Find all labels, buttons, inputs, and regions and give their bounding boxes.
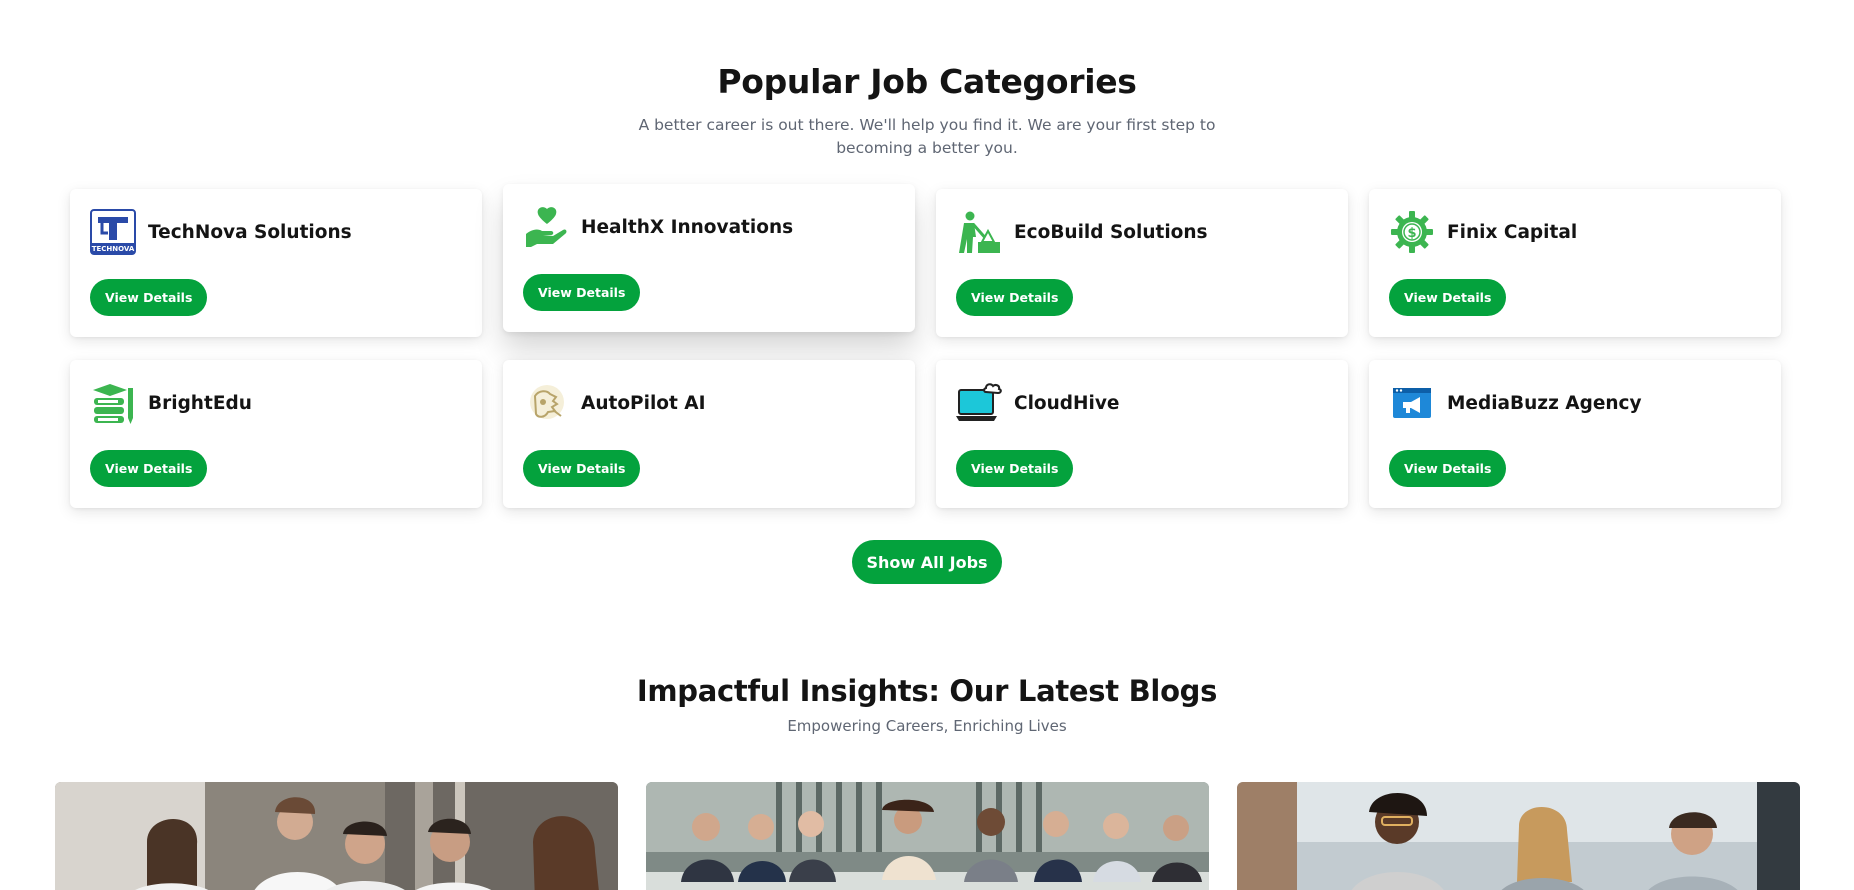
blogs-subtitle: Empowering Careers, Enriching Lives [787,717,1067,735]
company-name: TechNova Solutions [148,221,352,243]
blog-image-team-collaboration[interactable] [55,782,618,890]
books-pencil-icon [90,380,136,426]
category-card-healthx: HealthX Innovations View Details [503,184,915,332]
view-details-button[interactable]: View Details [523,274,641,311]
view-details-button[interactable]: View Details [956,279,1074,316]
category-card-brightedu: BrightEdu View Details [70,360,482,508]
company-name: BrightEdu [148,392,252,414]
company-name: CloudHive [1014,392,1120,414]
view-details-button[interactable]: View Details [523,450,641,487]
construction-worker-icon [956,209,1002,255]
technova-logo-text: TECHNOVA [92,245,135,253]
blog-image-office-discussion[interactable] [1237,782,1800,890]
heart-hand-icon [523,204,569,250]
blogs-title: Impactful Insights: Our Latest Blogs [636,674,1218,708]
category-card-ecobuild: EcoBuild Solutions View Details [936,189,1348,337]
view-details-button[interactable]: View Details [90,450,208,487]
company-name: Finix Capital [1447,221,1578,243]
view-details-button[interactable]: View Details [956,450,1074,487]
job-categories-subtitle: A better career is out there. We'll help… [638,116,1216,157]
svg-text:$: $ [1407,226,1416,241]
view-details-button[interactable]: View Details [1389,279,1507,316]
show-all-jobs-button[interactable]: Show All Jobs [852,540,1002,584]
technova-logo: TECHNOVA [90,209,136,255]
company-name: HealthX Innovations [581,216,794,238]
megaphone-icon [1389,380,1435,426]
company-name: MediaBuzz Agency [1447,392,1642,414]
category-card-autopilot: AutoPilot AI View Details [503,360,915,508]
dollar-gear-icon: $ [1389,209,1435,255]
category-card-cloudhive: CloudHive View Details [936,360,1348,508]
company-name: EcoBuild Solutions [1014,221,1208,243]
job-categories-grid: TECHNOVA TechNova Solutions View Details… [70,184,1783,508]
view-details-button[interactable]: View Details [90,279,208,316]
category-card-technova: TECHNOVA TechNova Solutions View Details [70,189,482,337]
cloud-laptop-icon [956,380,1002,426]
blog-image-boardroom-meeting[interactable] [646,782,1209,890]
category-card-mediabuzz: MediaBuzz Agency View Details [1369,360,1781,508]
company-name: AutoPilot AI [581,392,706,414]
view-details-button[interactable]: View Details [1389,450,1507,487]
robot-hand-icon [523,380,569,426]
category-card-finix: $ Finix Capital View Details [1369,189,1781,337]
job-categories-title: Popular Job Categories [717,62,1137,101]
